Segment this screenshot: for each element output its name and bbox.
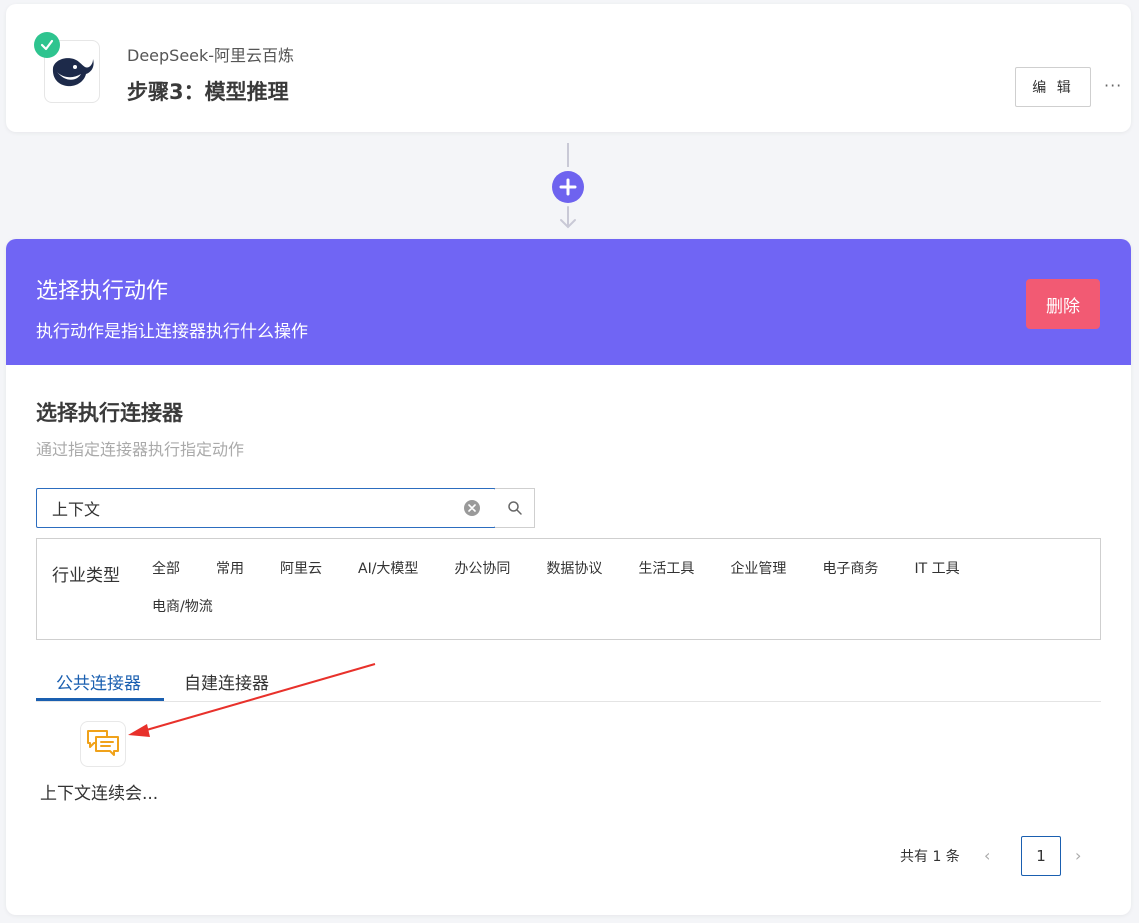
more-options-button[interactable]: ··· [1104, 76, 1122, 95]
industry-option[interactable]: IT 工具 [914, 559, 959, 579]
industry-label: 行业类型 [52, 566, 120, 586]
action-subtitle: 执行动作是指让连接器执行什么操作 [36, 322, 308, 342]
connector-line [567, 143, 569, 167]
connector-section-title: 选择执行连接器 [36, 401, 183, 425]
plus-icon [559, 178, 577, 196]
chevron-left-icon[interactable]: ‹ [984, 846, 990, 865]
industry-option[interactable]: 电子商务 [822, 559, 878, 579]
connector-card-name[interactable]: 上下文连续会... [40, 779, 158, 804]
active-tab-indicator [36, 698, 164, 701]
search-input[interactable] [36, 488, 496, 528]
industry-option[interactable]: 企业管理 [730, 559, 786, 579]
clear-icon[interactable] [464, 500, 480, 516]
check-icon [34, 32, 60, 58]
action-card: 选择执行动作 执行动作是指让连接器执行什么操作 删除 选择执行连接器 通过指定连… [6, 239, 1131, 915]
connector-card[interactable] [80, 721, 126, 767]
industry-option[interactable]: 办公协同 [454, 559, 510, 579]
whale-icon [52, 57, 94, 86]
industry-option[interactable]: 电商/物流 [152, 597, 213, 617]
industry-option[interactable]: 阿里云 [280, 559, 322, 579]
connector-tabs: 公共连接器 自建连接器 [36, 665, 1101, 702]
connector-search [36, 488, 535, 528]
search-button[interactable] [495, 488, 535, 528]
connector-section-subtitle: 通过指定连接器执行指定动作 [36, 440, 245, 459]
delete-button[interactable]: 删除 [1026, 279, 1100, 329]
tab-public-connectors[interactable]: 公共连接器 [56, 669, 141, 694]
industry-option[interactable]: 数据协议 [546, 559, 602, 579]
edit-button[interactable]: 编 辑 [1015, 67, 1091, 107]
chevron-right-icon[interactable]: › [1075, 846, 1081, 865]
add-step-button[interactable] [552, 171, 584, 203]
industry-filter: 行业类型 全部 常用 阿里云 AI/大模型 办公协同 数据协议 生活工具 企业管… [36, 538, 1101, 640]
arrow-down-icon [560, 206, 576, 229]
action-header: 选择执行动作 执行动作是指让连接器执行什么操作 删除 [6, 239, 1131, 365]
chat-bubbles-icon [87, 730, 119, 756]
search-icon [507, 501, 522, 515]
industry-option[interactable]: 常用 [216, 559, 244, 579]
industry-option[interactable]: AI/大模型 [358, 559, 418, 579]
tab-custom-connectors[interactable]: 自建连接器 [184, 669, 269, 694]
action-title: 选择执行动作 [36, 279, 169, 304]
industry-option[interactable]: 生活工具 [638, 559, 694, 579]
page-button[interactable]: 1 [1021, 836, 1061, 876]
pagination-total: 共有 1 条 [900, 849, 960, 865]
step-app-name: DeepSeek-阿里云百炼 [127, 46, 295, 65]
step-card: DeepSeek-阿里云百炼 步骤3：模型推理 编 辑 ··· [6, 4, 1131, 132]
industry-option[interactable]: 全部 [152, 559, 180, 579]
step-title: 步骤3：模型推理 [127, 80, 289, 104]
industry-options: 全部 常用 阿里云 AI/大模型 办公协同 数据协议 生活工具 企业管理 电子商… [152, 559, 1092, 617]
